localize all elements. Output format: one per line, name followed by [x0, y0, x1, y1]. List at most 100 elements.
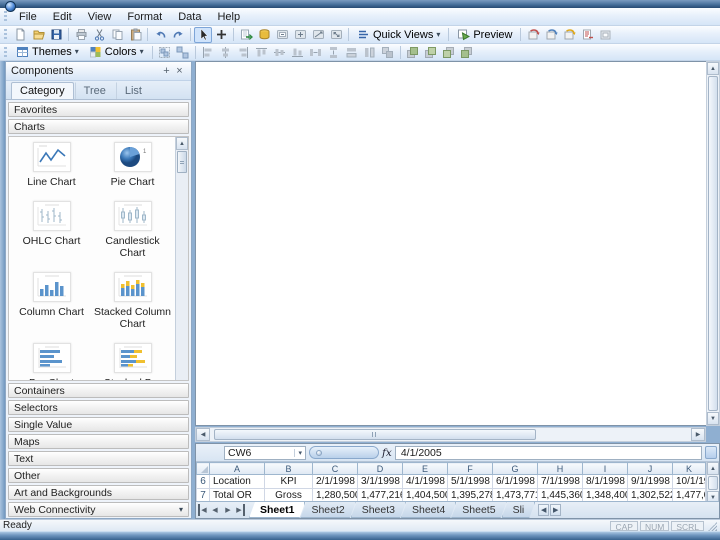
col-header-I[interactable]: I [582, 462, 628, 475]
scroll-up-icon[interactable]: ▲ [707, 62, 719, 75]
align-middle-button[interactable] [271, 44, 289, 60]
align-right-button[interactable] [235, 44, 253, 60]
component-line-chart[interactable]: Line Chart [11, 142, 92, 188]
snapshot-button[interactable] [596, 27, 614, 43]
sheet-tab-sheet1[interactable]: Sheet1 [249, 502, 305, 518]
cell-A6[interactable]: Location [209, 474, 265, 489]
align-top-button[interactable] [253, 44, 271, 60]
col-header-K[interactable]: K [672, 462, 706, 475]
cell-H6[interactable]: 7/1/1998 [537, 474, 583, 489]
import-spreadsheet-button[interactable] [237, 27, 255, 43]
col-header-G[interactable]: G [492, 462, 538, 475]
tab-scroll-right-icon[interactable]: ▶ [550, 504, 562, 516]
chevron-down-icon[interactable]: ▾ [294, 448, 302, 457]
col-header-J[interactable]: J [627, 462, 673, 475]
toolbar2-drag-handle[interactable] [4, 46, 7, 58]
col-header-F[interactable]: F [447, 462, 493, 475]
refresh-connections-button[interactable] [524, 27, 542, 43]
tab-category[interactable]: Category [11, 82, 74, 99]
group-button[interactable] [156, 44, 174, 60]
component-stacked-bar-chart[interactable]: Stacked Bar Chart [92, 343, 173, 380]
sheet-tab-sheet5[interactable]: Sheet5 [451, 502, 506, 518]
sheet-tab-sheet2[interactable]: Sheet2 [300, 502, 355, 518]
cell-K6[interactable]: 10/1/19 [672, 474, 706, 489]
last-sheet-icon[interactable]: ▶ [235, 504, 245, 516]
send-backward-button[interactable] [440, 44, 458, 60]
scroll-up-icon[interactable]: ▲ [176, 137, 188, 150]
scrollbar-thumb[interactable] [708, 76, 718, 411]
add-component-button[interactable] [212, 27, 230, 43]
name-box[interactable]: CW6 ▾ [224, 445, 306, 460]
ungroup-button[interactable] [174, 44, 192, 60]
space-evenly-horizontal-button[interactable] [307, 44, 325, 60]
open-button[interactable] [29, 27, 47, 43]
make-same-height-button[interactable] [361, 44, 379, 60]
cut-button[interactable] [90, 27, 108, 43]
col-header-H[interactable]: H [537, 462, 583, 475]
section-art-and-backgrounds[interactable]: Art and Backgrounds [8, 485, 189, 500]
col-header-D[interactable]: D [357, 462, 403, 475]
scrollbar-thumb[interactable] [177, 151, 187, 173]
menubar-drag-handle[interactable] [4, 11, 7, 22]
formula-bar-collapse-control[interactable] [309, 446, 379, 459]
pin-icon[interactable]: + [160, 65, 173, 77]
section-text[interactable]: Text [8, 451, 189, 466]
col-header-C[interactable]: C [312, 462, 358, 475]
design-canvas[interactable] [195, 61, 706, 426]
align-left-button[interactable] [199, 44, 217, 60]
section-selectors[interactable]: Selectors [8, 400, 189, 415]
save-button[interactable] [47, 27, 65, 43]
cell-E6[interactable]: 4/1/1998 [402, 474, 448, 489]
formula-input[interactable]: 4/1/2005 [394, 445, 702, 460]
make-same-size-button[interactable] [379, 44, 397, 60]
new-button[interactable] [11, 27, 29, 43]
col-header-E[interactable]: E [402, 462, 448, 475]
canvas-resize-button[interactable] [327, 27, 345, 43]
scroll-right-icon[interactable]: ▶ [691, 428, 705, 441]
canvas-increase-button[interactable] [291, 27, 309, 43]
scroll-up-icon[interactable]: ▲ [707, 462, 719, 475]
sheet-tab-partial[interactable]: Sli [502, 502, 536, 518]
bring-forward-button[interactable] [422, 44, 440, 60]
align-bottom-button[interactable] [289, 44, 307, 60]
row-header-6[interactable]: 6 [196, 474, 210, 489]
charts-list-scrollbar[interactable]: ▲ [175, 137, 188, 380]
scrollbar-thumb[interactable] [708, 476, 718, 490]
send-to-back-button[interactable] [458, 44, 476, 60]
cell-D6[interactable]: 3/1/1998 [357, 474, 403, 489]
section-containers[interactable]: Containers [8, 383, 189, 398]
first-sheet-icon[interactable]: ◀ [198, 504, 208, 516]
canvas-vertical-scrollbar[interactable]: ▲ ▼ [706, 61, 720, 426]
paste-button[interactable] [126, 27, 144, 43]
menu-view[interactable]: View [80, 9, 120, 25]
cell-I6[interactable]: 8/1/1998 [582, 474, 628, 489]
colors-button[interactable]: Colors ▾ [84, 44, 149, 60]
scroll-down-icon[interactable]: ▼ [707, 412, 719, 425]
close-icon[interactable]: × [173, 65, 186, 77]
cell-C6[interactable]: 2/1/1998 [312, 474, 358, 489]
title-bar[interactable] [0, 0, 720, 12]
preview-button[interactable]: Preview [452, 26, 517, 43]
resize-grip[interactable] [707, 520, 717, 531]
print-button[interactable] [72, 27, 90, 43]
export-document-button[interactable] [578, 27, 596, 43]
cell-F6[interactable]: 5/1/1998 [447, 474, 493, 489]
canvas-fit-button[interactable] [273, 27, 291, 43]
selection-pointer-button[interactable] [194, 26, 212, 43]
scrollbar-thumb[interactable] [214, 429, 537, 440]
section-maps[interactable]: Maps [8, 434, 189, 449]
tab-tree[interactable]: Tree [74, 82, 115, 99]
menu-file[interactable]: File [11, 9, 45, 25]
cell-B6[interactable]: KPI [264, 474, 313, 489]
canvas-horizontal-scrollbar[interactable]: ◀ ▶ [195, 427, 706, 442]
component-candlestick-chart[interactable]: Candlestick Chart [92, 201, 173, 259]
menu-edit[interactable]: Edit [45, 9, 80, 25]
tab-list[interactable]: List [115, 82, 151, 99]
menu-data[interactable]: Data [170, 9, 209, 25]
previous-sheet-icon[interactable]: ◀ [209, 504, 221, 516]
component-bar-chart[interactable]: Bar Chart [11, 343, 92, 380]
component-pie-chart[interactable]: 1 Pie Chart [92, 142, 173, 188]
select-all-button[interactable] [196, 462, 210, 475]
section-other[interactable]: Other [8, 468, 189, 483]
cell-G6[interactable]: 6/1/1998 [492, 474, 538, 489]
